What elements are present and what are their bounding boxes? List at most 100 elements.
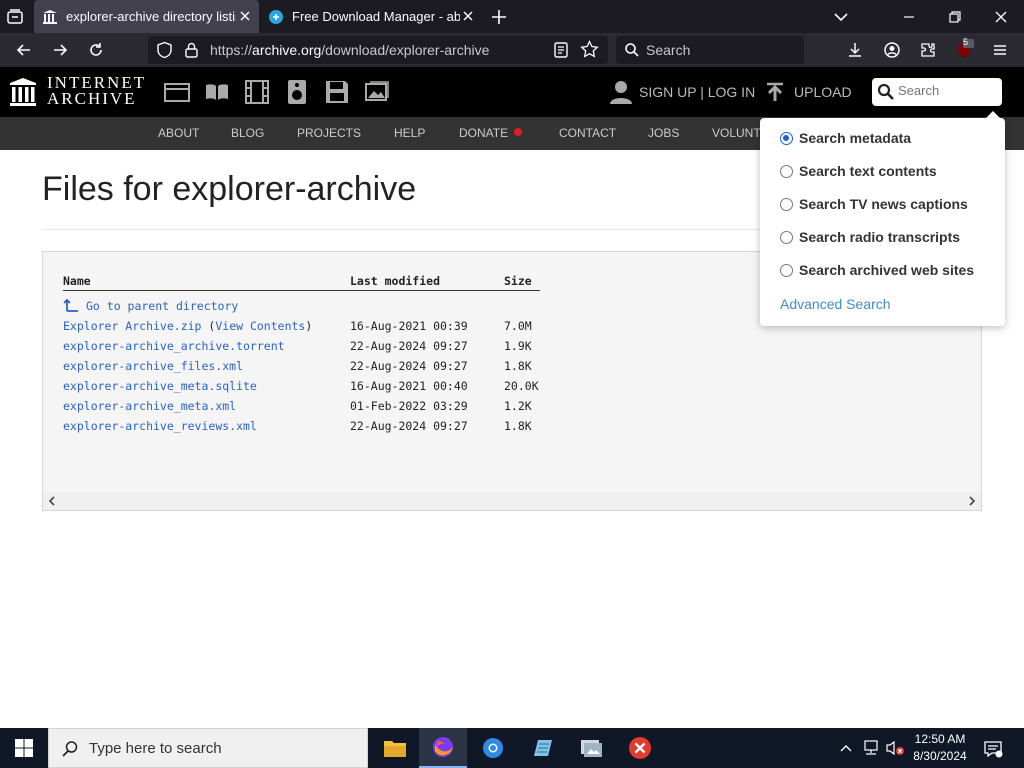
back-arrow-icon[interactable] [12,38,36,62]
ia-logo-icon[interactable] [9,77,37,107]
audio-speaker-icon[interactable] [284,79,310,105]
reload-icon[interactable] [84,38,108,62]
radio-checked[interactable] [780,131,793,145]
search-icon [61,740,79,758]
close-window-icon[interactable] [992,8,1010,26]
taskbar-clock[interactable]: 12:50 AM 8/30/2024 [910,731,970,765]
archive-favicon-icon [42,9,58,25]
column-header-name[interactable]: Name [63,274,91,288]
view-contents-link[interactable]: View Contents [215,319,305,333]
file-link[interactable]: Explorer Archive.zip [63,319,201,333]
option-search-metadata[interactable]: Search metadata [780,128,911,148]
hamburger-menu-icon[interactable] [988,38,1012,62]
ublock-shield-icon[interactable]: 5 [952,37,976,62]
radio-unchecked[interactable] [780,197,793,211]
ia-search-input[interactable] [898,83,994,98]
ia-logo-text[interactable]: INTERNET ARCHIVE [47,74,146,107]
network-icon[interactable] [862,740,880,756]
media-app-icon[interactable] [567,728,615,768]
nav-contact[interactable]: CONTACT [559,126,616,140]
tab-free-download-manager[interactable]: Free Download Manager - absol [260,0,482,33]
firefox-icon[interactable] [419,728,467,768]
volume-muted-icon[interactable] [885,740,905,756]
shield-icon[interactable] [156,41,173,59]
tab-title: explorer-archive directory listing [66,9,236,24]
parent-directory-link[interactable]: Go to parent directory [86,299,238,313]
tab-list-icon[interactable] [6,8,24,26]
browser-tab-strip: explorer-archive directory listing Free … [0,0,1024,33]
new-tab-icon[interactable] [490,8,508,26]
chevron-down-icon[interactable] [832,8,850,26]
nav-about[interactable]: ABOUT [158,126,199,140]
scroll-left-icon[interactable] [47,496,57,506]
file-modified: 22-Aug-2024 09:27 [350,359,468,373]
ia-search-box[interactable] [872,78,1002,106]
option-search-archived-web-sites[interactable]: Search archived web sites [780,260,974,280]
download-icon[interactable] [843,38,867,62]
browser-search-bar[interactable]: Search [616,36,804,64]
upload-arrow-icon[interactable] [765,82,785,102]
nav-blog[interactable]: BLOG [231,126,264,140]
nav-projects[interactable]: PROJECTS [297,126,361,140]
search-options-dropdown: Search metadata Search text contents Sea… [760,118,1005,326]
table-row: Explorer Archive.zip (View Contents) 16-… [63,319,532,333]
nav-volunteer[interactable]: VOLUNT [712,126,761,140]
donate-heart-icon [514,128,523,136]
url-bar[interactable]: https://archive.org/download/explorer-ar… [148,36,608,64]
file-modified: 22-Aug-2024 09:27 [350,419,468,433]
lock-icon[interactable] [184,41,199,59]
parent-arrow-icon[interactable] [63,297,79,313]
notepad-app-icon[interactable] [518,728,566,768]
reader-view-icon[interactable] [552,41,570,59]
extensions-icon[interactable] [916,38,940,62]
column-header-size[interactable]: Size [504,274,532,288]
file-link[interactable]: explorer-archive_files.xml [63,359,243,373]
nav-help[interactable]: HELP [394,126,425,140]
minimize-icon[interactable] [900,8,918,26]
signup-login-link[interactable]: SIGN UP | LOG IN [639,84,755,100]
header-divider [63,290,540,291]
nav-donate[interactable]: DONATE [459,126,523,140]
radio-unchecked[interactable] [780,230,793,244]
tray-chevron-up-icon[interactable] [839,742,853,754]
radio-unchecked[interactable] [780,263,793,277]
table-row: explorer-archive_files.xml 22-Aug-2024 0… [43,359,643,377]
account-icon[interactable] [880,38,904,62]
file-link[interactable]: explorer-archive_meta.sqlite [63,379,257,393]
option-search-radio-transcripts[interactable]: Search radio transcripts [780,227,960,247]
scroll-right-icon[interactable] [967,496,977,506]
forward-arrow-icon[interactable] [48,38,72,62]
column-header-modified[interactable]: Last modified [350,274,440,288]
file-link[interactable]: explorer-archive_archive.torrent [63,339,285,353]
file-link[interactable]: explorer-archive_meta.xml [63,399,236,413]
clock-date: 8/30/2024 [913,749,967,763]
taskbar-search-box[interactable]: Type here to search [48,728,368,768]
radio-unchecked[interactable] [780,164,793,178]
texts-book-icon[interactable] [204,79,230,105]
file-explorer-icon[interactable] [371,728,419,768]
horizontal-scrollbar[interactable] [43,492,981,510]
bookmark-star-icon[interactable] [580,40,599,59]
software-floppy-icon[interactable] [324,79,350,105]
option-search-text-contents[interactable]: Search text contents [780,161,937,181]
close-tab-icon[interactable] [460,8,476,24]
windows-start-icon[interactable] [15,739,33,757]
upload-link[interactable]: UPLOAD [794,84,852,100]
user-icon[interactable] [610,80,632,104]
chrome-icon[interactable] [469,728,517,768]
close-app-red-icon[interactable] [616,728,664,768]
url-text[interactable]: https://archive.org/download/explorer-ar… [210,42,489,58]
file-size: 1.2K [504,399,532,413]
close-tab-icon[interactable] [237,8,253,24]
restore-icon[interactable] [946,8,964,26]
search-icon [624,42,640,58]
nav-jobs[interactable]: JOBS [648,126,679,140]
web-icon[interactable] [164,79,190,105]
notification-icon[interactable] [983,739,1003,759]
advanced-search-link[interactable]: Advanced Search [780,296,891,312]
images-icon[interactable] [364,79,390,105]
tab-explorer-archive[interactable]: explorer-archive directory listing [34,0,259,33]
option-search-tv-captions[interactable]: Search TV news captions [780,194,968,214]
video-film-icon[interactable] [244,79,270,105]
file-link[interactable]: explorer-archive_reviews.xml [63,419,257,433]
